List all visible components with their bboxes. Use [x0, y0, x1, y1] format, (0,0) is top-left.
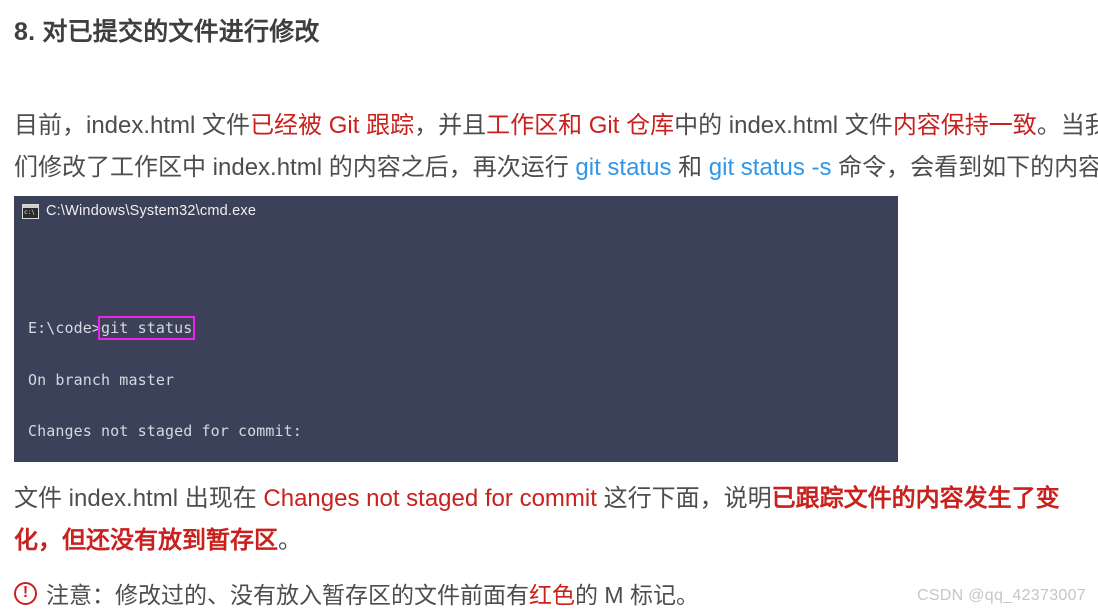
after-text-3: 。 — [278, 527, 302, 554]
after-highlight-changes-not-staged: Changes not staged for commit — [263, 485, 597, 512]
terminal-prompt-line-1: E:\code>git status — [28, 316, 898, 340]
intro-highlight-workspace-repo: 工作区和 Git 仓库 — [486, 112, 675, 139]
intro-text-3: 中的 index.html 文件 — [674, 112, 893, 139]
terminal-output-line: On branch master — [28, 370, 175, 389]
terminal-output-line: Changes not staged for commit: — [28, 422, 302, 441]
intro-line-2: 们修改了工作区中 index.html 的内容之后，再次运行 git statu… — [14, 147, 1098, 189]
intro-text-1: 目前，index.html 文件 — [14, 112, 251, 139]
watermark: CSDN @qq_42373007 — [916, 587, 1086, 604]
intro-line-1: 目前，index.html 文件已经被 Git 跟踪，并且工作区和 Git 仓库… — [14, 105, 1098, 147]
terminal-window: C:\Windows\System32\cmd.exe E:\code>git … — [14, 196, 898, 462]
exclamation-circle-icon: ! — [14, 581, 37, 605]
terminal-spacer — [28, 268, 898, 285]
intro-highlight-consistent: 内容保持一致 — [892, 112, 1037, 139]
after-paragraph: 文件 index.html 出现在 Changes not staged for… — [14, 478, 1094, 562]
note-highlight-red: 红色 — [529, 582, 575, 608]
note-text: 注意：修改过的、没有放入暂存区的文件前面有红色的 M 标记。 — [46, 576, 699, 610]
terminal-title-text: C:\Windows\System32\cmd.exe — [46, 203, 257, 219]
terminal-prompt-1: E:\code> — [28, 319, 102, 337]
terminal-body: E:\code>git status On branch master Chan… — [14, 226, 898, 462]
note-text-1: 注意：修改过的、没有放入暂存区的文件前面有 — [46, 582, 529, 608]
page-title: 8. 对已提交的文件进行修改 — [14, 18, 320, 46]
note-text-2: 的 M 标记。 — [575, 582, 699, 608]
intro-text-6: 和 — [671, 154, 709, 181]
inline-code-git-status-s: git status -s — [708, 154, 832, 181]
note-callout: ! 注意：修改过的、没有放入暂存区的文件前面有红色的 M 标记。 — [14, 576, 699, 610]
intro-text-4: 。当我 — [1036, 112, 1098, 139]
after-text-2: 这行下面，说明 — [596, 485, 772, 512]
intro-text-2: ，并且 — [414, 112, 487, 139]
terminal-titlebar: C:\Windows\System32\cmd.exe — [14, 196, 898, 226]
inline-code-git-status: git status — [575, 154, 672, 181]
intro-highlight-tracked: 已经被 Git 跟踪 — [250, 112, 415, 139]
after-text-1: 文件 index.html 出现在 — [14, 485, 264, 512]
intro-text-5: 们修改了工作区中 index.html 的内容之后，再次运行 — [14, 154, 576, 181]
intro-paragraph: 目前，index.html 文件已经被 Git 跟踪，并且工作区和 Git 仓库… — [14, 105, 1098, 189]
cmd-icon — [22, 203, 39, 219]
terminal-command-1: git status — [98, 316, 196, 340]
intro-text-7: 命令，会看到如下的内容 — [831, 154, 1098, 181]
